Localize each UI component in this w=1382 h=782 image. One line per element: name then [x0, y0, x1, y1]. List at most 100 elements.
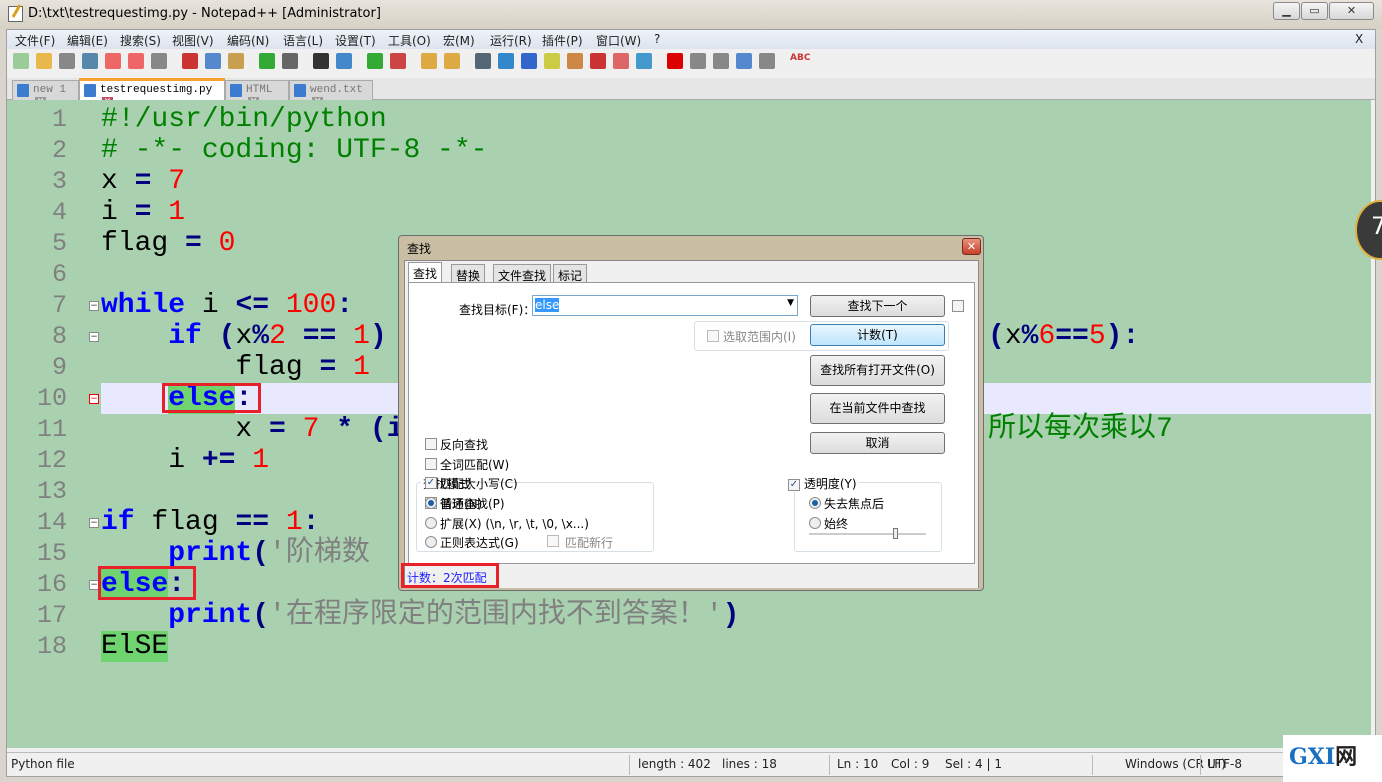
menu-item[interactable]: 设置(T) — [335, 32, 376, 49]
search-mode-label: 正则表达式(G) — [440, 536, 519, 550]
zoom-in-icon[interactable] — [367, 53, 383, 69]
chevron-down-icon[interactable]: ▼ — [787, 298, 794, 308]
close-all-icon[interactable] — [128, 53, 144, 69]
find-what-label: 查找目标(F)： — [459, 303, 536, 317]
fold-marker-icon[interactable]: − — [89, 332, 99, 342]
undo-icon[interactable] — [259, 53, 275, 69]
menu-item[interactable]: 搜索(S) — [120, 32, 161, 49]
run-macro-multiple-icon[interactable] — [736, 53, 752, 69]
search-mode-radio[interactable] — [425, 516, 437, 529]
save-all-icon[interactable] — [82, 53, 98, 69]
line-number: 5 — [51, 229, 67, 258]
line-number: 1 — [51, 105, 67, 134]
option-checkbox[interactable] — [425, 457, 437, 470]
search-mode-radio[interactable] — [425, 536, 437, 548]
code-line: #!/usr/bin/python — [101, 104, 1371, 135]
dot-newline-checkbox[interactable] — [547, 535, 559, 547]
doc-map-icon[interactable] — [567, 53, 583, 69]
print-icon[interactable] — [151, 53, 167, 69]
copy-icon[interactable] — [205, 53, 221, 69]
record-macro-icon[interactable] — [667, 53, 683, 69]
menu-item[interactable]: 文件(F) — [15, 32, 55, 49]
find-icon[interactable] — [313, 53, 329, 69]
slider-thumb[interactable] — [893, 528, 899, 539]
monitor-icon[interactable] — [636, 53, 652, 69]
count-button[interactable]: 计数(T) — [810, 324, 945, 346]
tab-find-in-files[interactable]: 文件查找 — [493, 264, 552, 283]
new-file-icon[interactable] — [13, 53, 29, 69]
save-icon[interactable] — [59, 53, 75, 69]
sync-v-icon[interactable] — [421, 53, 437, 69]
word-wrap-icon[interactable] — [475, 53, 491, 69]
menu-item[interactable]: 编辑(E) — [67, 32, 108, 49]
keyword: print — [168, 600, 253, 631]
find-all-open-files-button[interactable]: 查找所有打开文件(O) — [810, 355, 945, 386]
find-next-option-checkbox[interactable] — [952, 300, 964, 312]
maximize-button[interactable]: ▭ — [1301, 2, 1328, 20]
redo-icon[interactable] — [282, 53, 298, 69]
dialog-title: 查找 — [407, 242, 432, 256]
dialog-close-button[interactable]: ✕ — [962, 238, 981, 255]
close-icon[interactable] — [105, 53, 121, 69]
menu-item[interactable]: 编码(N) — [227, 32, 269, 49]
show-all-chars-icon[interactable] — [498, 53, 514, 69]
tab-HTML[interactable]: HTML✕ — [225, 80, 289, 108]
find-what-combo[interactable]: else ▼ — [532, 295, 798, 316]
menu-item[interactable]: 语言(L) — [283, 32, 323, 49]
token: = — [117, 197, 169, 228]
transparency-checkbox[interactable]: ✓ — [788, 478, 800, 491]
cut-icon[interactable] — [182, 53, 198, 69]
token: == — [1055, 321, 1089, 352]
sync-h-icon[interactable] — [444, 53, 460, 69]
paste-icon[interactable] — [228, 53, 244, 69]
fold-marker-icon[interactable]: − — [89, 518, 99, 528]
find-next-button[interactable]: 查找下一个 — [810, 295, 945, 317]
menu-close-button[interactable]: X — [1355, 32, 1363, 46]
tab-testrequestimg.py[interactable]: testrequestimg.py✕ — [79, 78, 225, 108]
tab-wend.txt[interactable]: wend.txt✕ — [289, 80, 373, 108]
menu-item[interactable]: 插件(P) — [542, 32, 583, 49]
cancel-button[interactable]: 取消 — [810, 432, 945, 454]
token: % — [252, 321, 270, 352]
transparency-radio[interactable] — [809, 497, 821, 509]
menu-item[interactable]: 视图(V) — [172, 32, 214, 49]
in-selection-checkbox[interactable] — [707, 330, 719, 342]
function-list-icon[interactable] — [590, 53, 606, 69]
option-checkbox[interactable] — [425, 438, 437, 450]
keyword: if — [101, 507, 135, 538]
udl-icon[interactable] — [544, 53, 560, 69]
minimize-button[interactable]: ▁ — [1273, 2, 1300, 20]
transparency-radio[interactable] — [809, 516, 821, 529]
token: '阶梯数 — [269, 538, 370, 569]
fold-marker-icon[interactable]: − — [89, 301, 99, 311]
folder-workspace-icon[interactable] — [613, 53, 629, 69]
play-macro-icon[interactable] — [713, 53, 729, 69]
menu-item[interactable]: ? — [654, 32, 660, 46]
tab-mark[interactable]: 标记 — [553, 264, 588, 283]
line-count: lines : 18 — [722, 757, 777, 771]
menu-item[interactable]: 运行(R) — [490, 32, 532, 49]
spellcheck-icon[interactable]: ABC — [790, 53, 810, 69]
search-mode-radio[interactable] — [425, 497, 437, 509]
replace-icon[interactable] — [336, 53, 352, 69]
zoom-out-icon[interactable] — [390, 53, 406, 69]
keyword: while — [101, 290, 186, 321]
option-checkbox[interactable]: ✓ — [425, 477, 437, 489]
tab-find[interactable]: 查找 — [408, 262, 443, 284]
transparency-slider[interactable] — [809, 528, 926, 539]
menu-item[interactable]: 工具(O) — [388, 32, 431, 49]
stop-record-icon[interactable] — [690, 53, 706, 69]
open-file-icon[interactable] — [36, 53, 52, 69]
file-icon — [230, 84, 242, 97]
close-button[interactable]: ✕ — [1329, 2, 1374, 20]
menu-item[interactable]: 宏(M) — [443, 32, 475, 49]
find-in-current-file-button[interactable]: 在当前文件中查找 — [810, 393, 945, 424]
tab-replace[interactable]: 替换 — [451, 264, 486, 283]
tab-new 1[interactable]: new 1✕ — [12, 80, 79, 108]
save-macro-icon[interactable] — [759, 53, 775, 69]
fold-marker-icon[interactable]: − — [89, 394, 99, 404]
indent-guide-icon[interactable] — [521, 53, 537, 69]
menu-item[interactable]: 窗口(W) — [596, 32, 641, 49]
cursor-line: Ln : 10 — [837, 757, 879, 771]
